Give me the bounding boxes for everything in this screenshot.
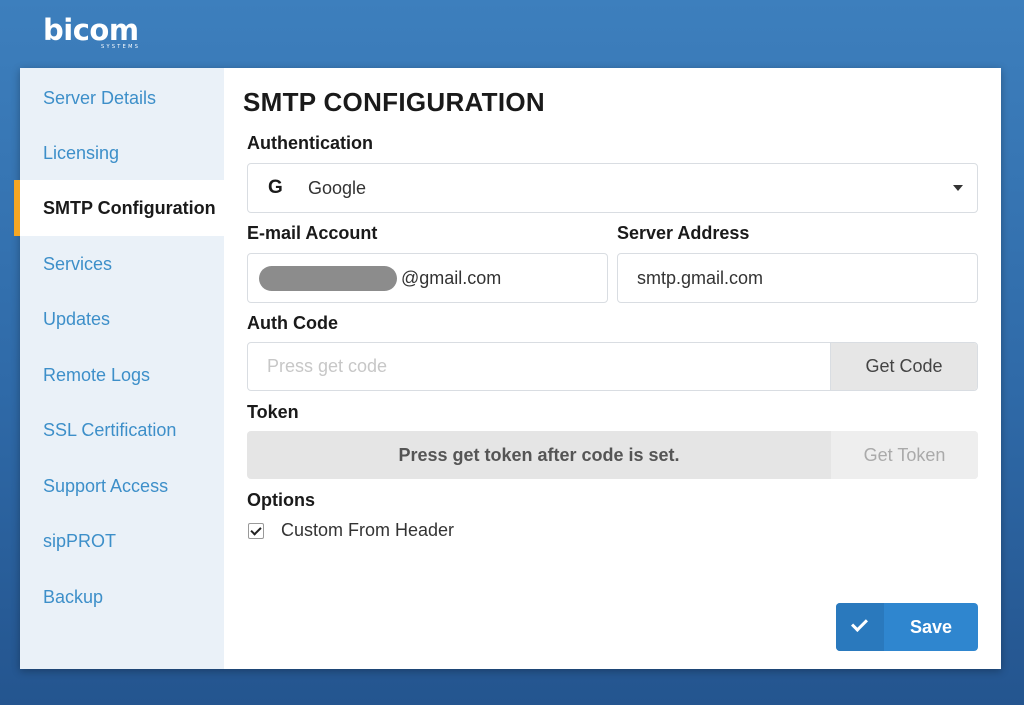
main-content: SMTP CONFIGURATION Authentication G Goog… — [224, 68, 1001, 669]
brand-name: bicom — [43, 13, 139, 47]
token-message: Press get token after code is set. — [398, 445, 680, 465]
sidebar-item-licensing[interactable]: Licensing — [20, 125, 224, 181]
options-label: Options — [247, 490, 315, 510]
sidebar-item-sipprot[interactable]: sipPROT — [20, 513, 224, 569]
settings-panel: Server Details Licensing SMTP Configurat… — [14, 68, 1001, 669]
sidebar-item-remote-logs[interactable]: Remote Logs — [20, 347, 224, 403]
caret-down-icon — [953, 185, 963, 191]
get-code-button[interactable]: Get Code — [830, 343, 977, 390]
checkmark-icon — [836, 603, 884, 651]
save-label: Save — [909, 617, 953, 637]
server-address-field[interactable]: smtp.gmail.com — [617, 253, 978, 303]
sidebar-item-support-access[interactable]: Support Access — [20, 458, 224, 514]
custom-from-header-checkbox[interactable] — [248, 523, 264, 539]
google-icon: G — [268, 177, 283, 198]
server-address-value: smtp.gmail.com — [637, 268, 764, 288]
email-domain: @gmail.com — [401, 268, 502, 288]
sidebar-item-services[interactable]: Services — [20, 236, 224, 292]
page-title: SMTP CONFIGURATION — [243, 87, 545, 117]
auth-code-input[interactable] — [248, 343, 832, 390]
token-group: Press get token after code is set. Get T… — [247, 431, 978, 479]
server-address-label: Server Address — [617, 223, 750, 243]
sidebar-item-ssl-certification[interactable]: SSL Certification — [20, 402, 224, 458]
sidebar-item-smtp-configuration[interactable]: SMTP Configuration — [14, 180, 224, 236]
custom-from-header-label: Custom From Header — [281, 520, 455, 540]
sidebar-item-backup[interactable]: Backup — [20, 569, 224, 625]
authentication-label: Authentication — [247, 133, 373, 153]
sidebar: Server Details Licensing SMTP Configurat… — [14, 68, 224, 669]
sidebar-item-server-details[interactable]: Server Details — [20, 70, 224, 126]
sidebar-item-updates[interactable]: Updates — [20, 291, 224, 347]
auth-code-label: Auth Code — [247, 313, 338, 333]
brand-sub: SYSTEMS — [101, 44, 141, 50]
authentication-value: Google — [308, 178, 367, 198]
token-label: Token — [247, 402, 299, 422]
redacted-email-user — [259, 266, 397, 291]
auth-code-group: Get Code — [247, 342, 978, 391]
email-account-label: E-mail Account — [247, 223, 378, 243]
bicom-logo: bicom SYSTEMS — [43, 14, 153, 56]
email-account-field[interactable]: @gmail.com — [247, 253, 608, 303]
save-button[interactable]: Save — [836, 603, 978, 651]
authentication-select[interactable]: G Google — [247, 163, 978, 213]
get-token-button[interactable]: Get Token — [831, 431, 978, 479]
